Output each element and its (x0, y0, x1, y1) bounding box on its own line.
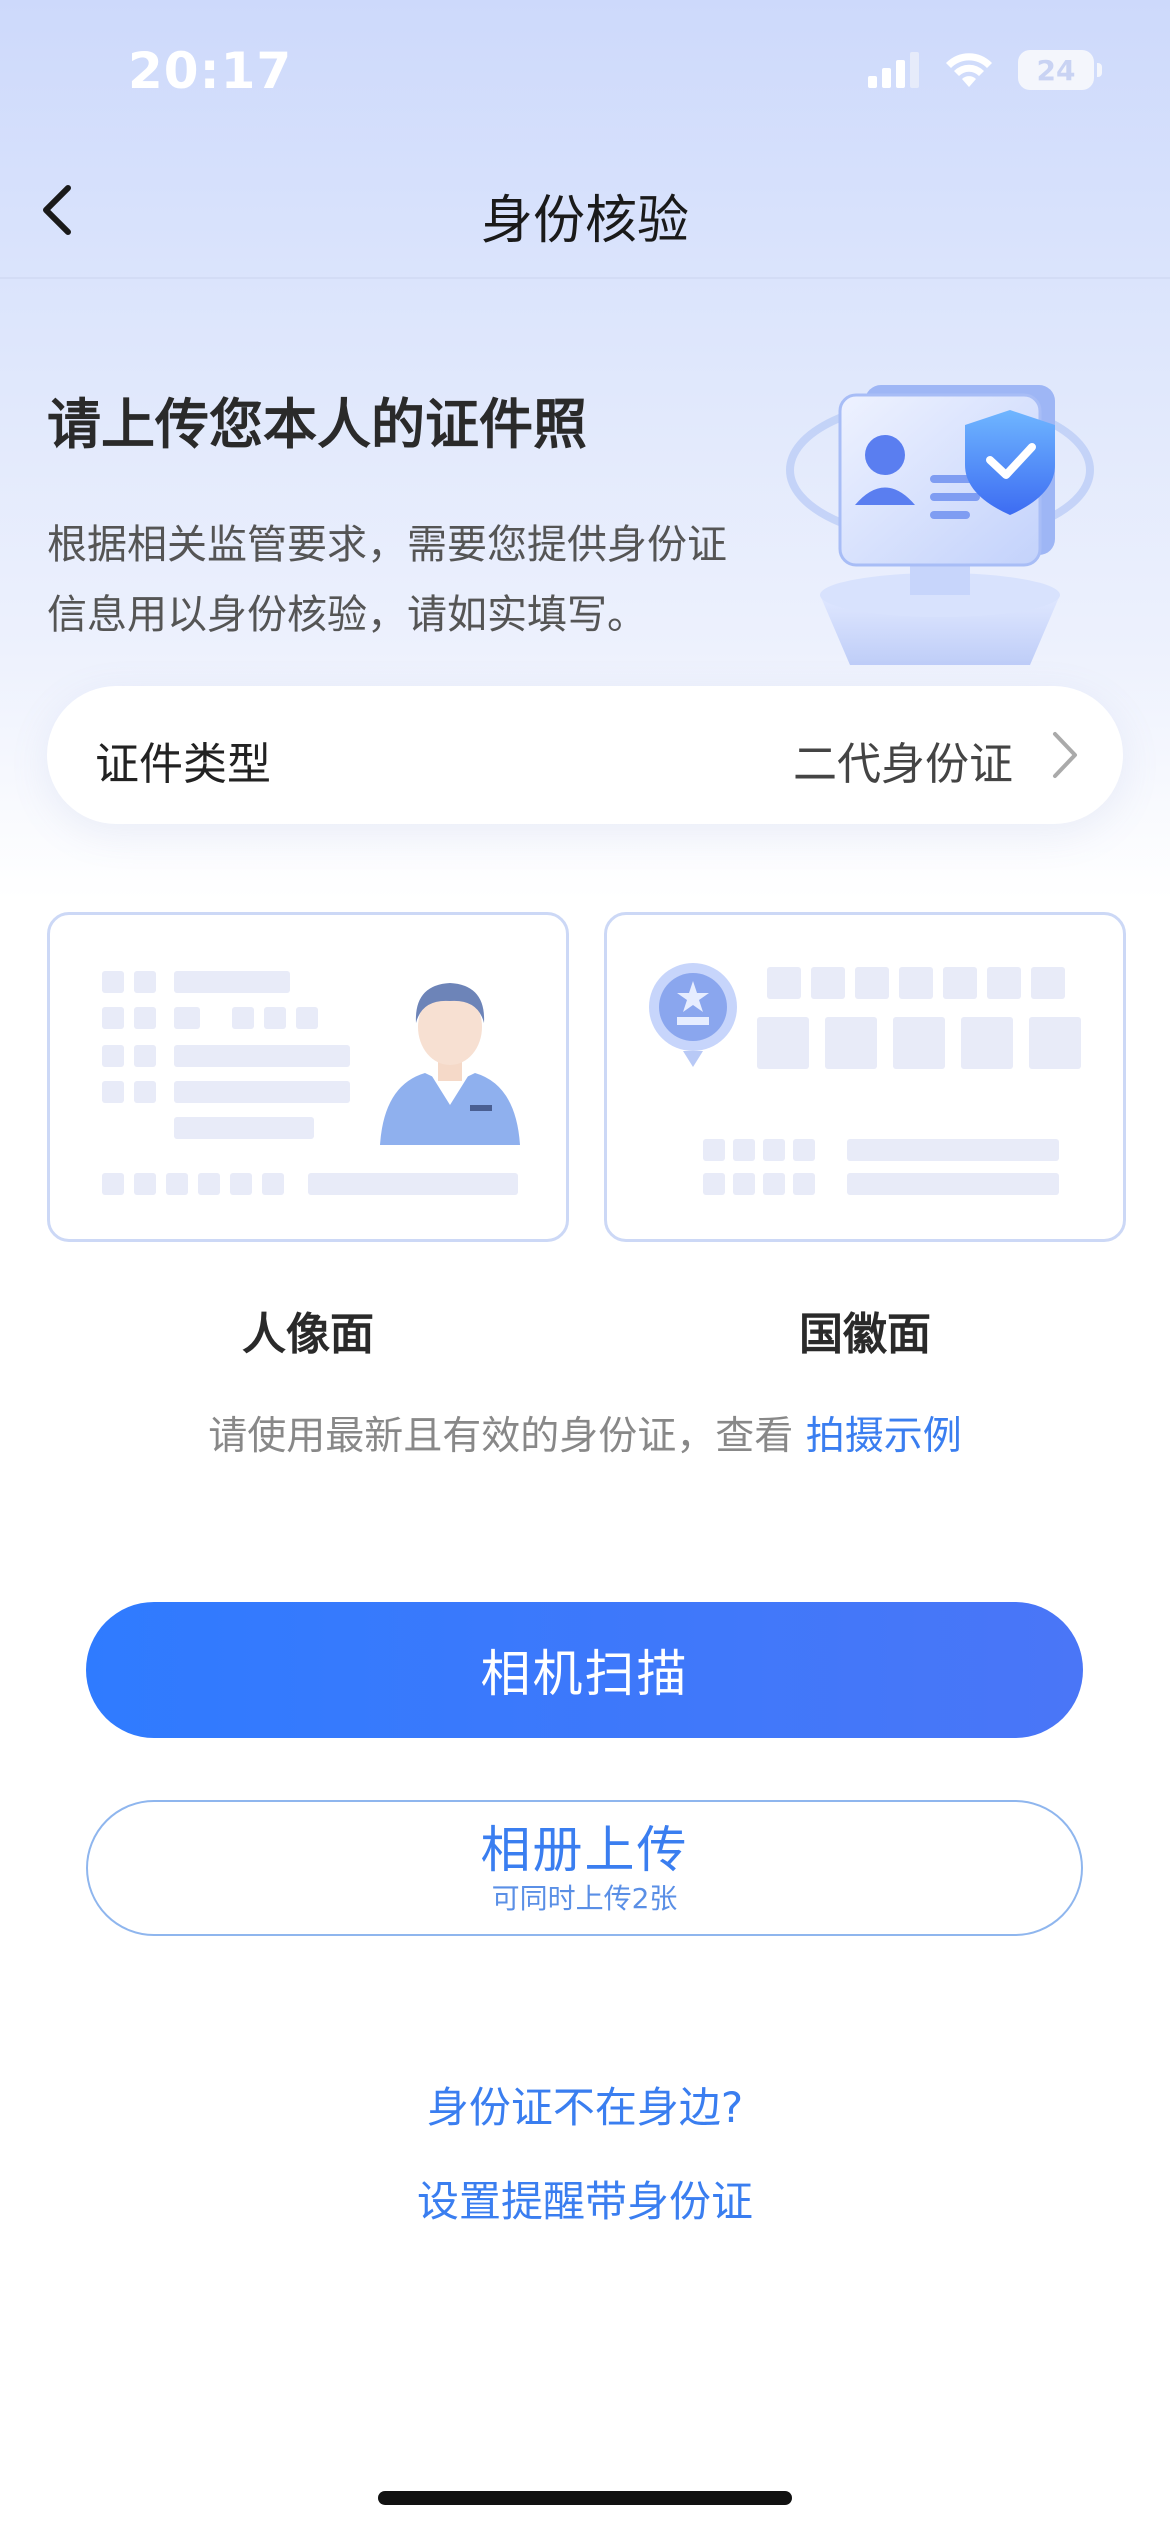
hero-description: 根据相关监管要求，需要您提供身份证信息用以身份核验，请如实填写。 (47, 522, 727, 638)
wifi-icon (946, 53, 992, 87)
chevron-right-icon (1053, 732, 1077, 778)
set-reminder-link[interactable]: 设置提醒带身份证 (0, 2168, 1170, 2229)
portrait-silhouette-icon (380, 983, 520, 1145)
album-upload-button[interactable]: 相册上传 可同时上传2张 (86, 1800, 1083, 1936)
status-icons: 24 (868, 50, 1102, 90)
status-time: 20:17 (128, 42, 293, 100)
photo-example-link[interactable]: 拍摄示例 (806, 1414, 962, 1459)
hero-title: 请上传您本人的证件照 (47, 393, 587, 456)
id-front-label: 人像面 (242, 1309, 374, 1360)
camera-scan-button[interactable]: 相机扫描 (86, 1602, 1083, 1738)
album-upload-sublabel: 可同时上传2张 (491, 1882, 678, 1915)
document-type-value: 二代身份证 (793, 739, 1013, 790)
national-emblem-icon (649, 963, 737, 1067)
no-id-link[interactable]: 身份证不在身边? (0, 2074, 1170, 2135)
home-indicator (378, 2491, 792, 2505)
photo-hint-text: 请使用最新且有效的身份证，查看 (208, 1414, 806, 1459)
id-back-upload[interactable] (604, 912, 1126, 1242)
id-back-label: 国徽面 (799, 1309, 931, 1360)
cellular-signal-icon (868, 52, 919, 88)
battery-icon: 24 (1018, 50, 1102, 90)
document-type-selector[interactable]: 证件类型 二代身份证 (47, 686, 1123, 824)
nav-divider (0, 277, 1170, 279)
id-verification-illustration (786, 385, 1094, 665)
page-title: 身份核验 (480, 191, 689, 251)
document-type-label: 证件类型 (95, 739, 271, 790)
id-front-upload[interactable] (47, 912, 569, 1242)
battery-level: 24 (1036, 53, 1076, 87)
album-upload-label: 相册上传 (480, 1821, 689, 1879)
photo-hint: 请使用最新且有效的身份证，查看 拍摄示例 (0, 1405, 1170, 1461)
